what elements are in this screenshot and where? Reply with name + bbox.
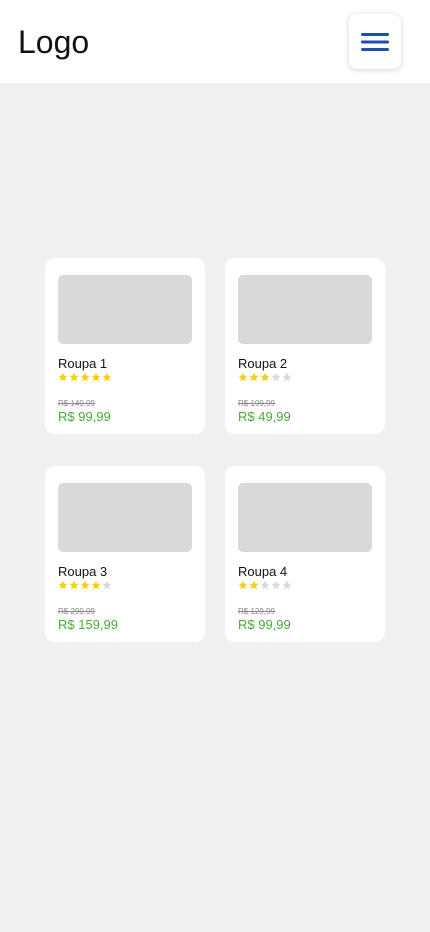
product-name: Roupa 3 bbox=[58, 564, 108, 579]
star-filled-icon bbox=[91, 372, 101, 382]
product-image-placeholder bbox=[238, 483, 372, 552]
product-card[interactable]: Roupa 2 R$ 199,99 R$ 49,99 bbox=[225, 258, 385, 434]
logo[interactable]: Logo bbox=[18, 22, 89, 62]
star-empty-icon bbox=[271, 580, 281, 590]
product-old-price: R$ 149,99 bbox=[58, 399, 95, 408]
star-filled-icon bbox=[69, 580, 79, 590]
header: Logo bbox=[0, 0, 430, 83]
menu-button[interactable] bbox=[349, 14, 401, 69]
rating-stars bbox=[58, 580, 112, 590]
product-name: Roupa 4 bbox=[238, 564, 288, 579]
star-empty-icon bbox=[271, 372, 281, 382]
product-image-placeholder bbox=[58, 483, 192, 552]
product-card[interactable]: Roupa 3 R$ 299,99 R$ 159,99 bbox=[45, 466, 205, 642]
star-filled-icon bbox=[102, 372, 112, 382]
product-price: R$ 159,99 bbox=[58, 617, 118, 632]
star-empty-icon bbox=[282, 580, 292, 590]
product-price: R$ 99,99 bbox=[58, 409, 111, 424]
star-filled-icon bbox=[80, 372, 90, 382]
product-price: R$ 99,99 bbox=[238, 617, 291, 632]
star-filled-icon bbox=[238, 580, 248, 590]
star-filled-icon bbox=[238, 372, 248, 382]
product-card[interactable]: Roupa 1 R$ 149,99 R$ 99,99 bbox=[45, 258, 205, 434]
star-filled-icon bbox=[249, 372, 259, 382]
rating-stars bbox=[238, 580, 292, 590]
product-old-price: R$ 199,99 bbox=[238, 399, 275, 408]
star-empty-icon bbox=[102, 580, 112, 590]
hamburger-menu-icon bbox=[361, 32, 389, 51]
product-card[interactable]: Roupa 4 R$ 129,99 R$ 99,99 bbox=[225, 466, 385, 642]
star-filled-icon bbox=[58, 372, 68, 382]
product-old-price: R$ 299,99 bbox=[58, 607, 95, 616]
star-filled-icon bbox=[260, 372, 270, 382]
product-image-placeholder bbox=[238, 275, 372, 344]
product-name: Roupa 2 bbox=[238, 356, 288, 371]
rating-stars bbox=[238, 372, 292, 382]
product-image-placeholder bbox=[58, 275, 192, 344]
star-filled-icon bbox=[69, 372, 79, 382]
star-empty-icon bbox=[260, 580, 270, 590]
star-filled-icon bbox=[249, 580, 259, 590]
star-filled-icon bbox=[58, 580, 68, 590]
product-name: Roupa 1 bbox=[58, 356, 108, 371]
star-filled-icon bbox=[80, 580, 90, 590]
product-price: R$ 49,99 bbox=[238, 409, 291, 424]
product-old-price: R$ 129,99 bbox=[238, 607, 275, 616]
star-filled-icon bbox=[91, 580, 101, 590]
star-empty-icon bbox=[282, 372, 292, 382]
rating-stars bbox=[58, 372, 112, 382]
